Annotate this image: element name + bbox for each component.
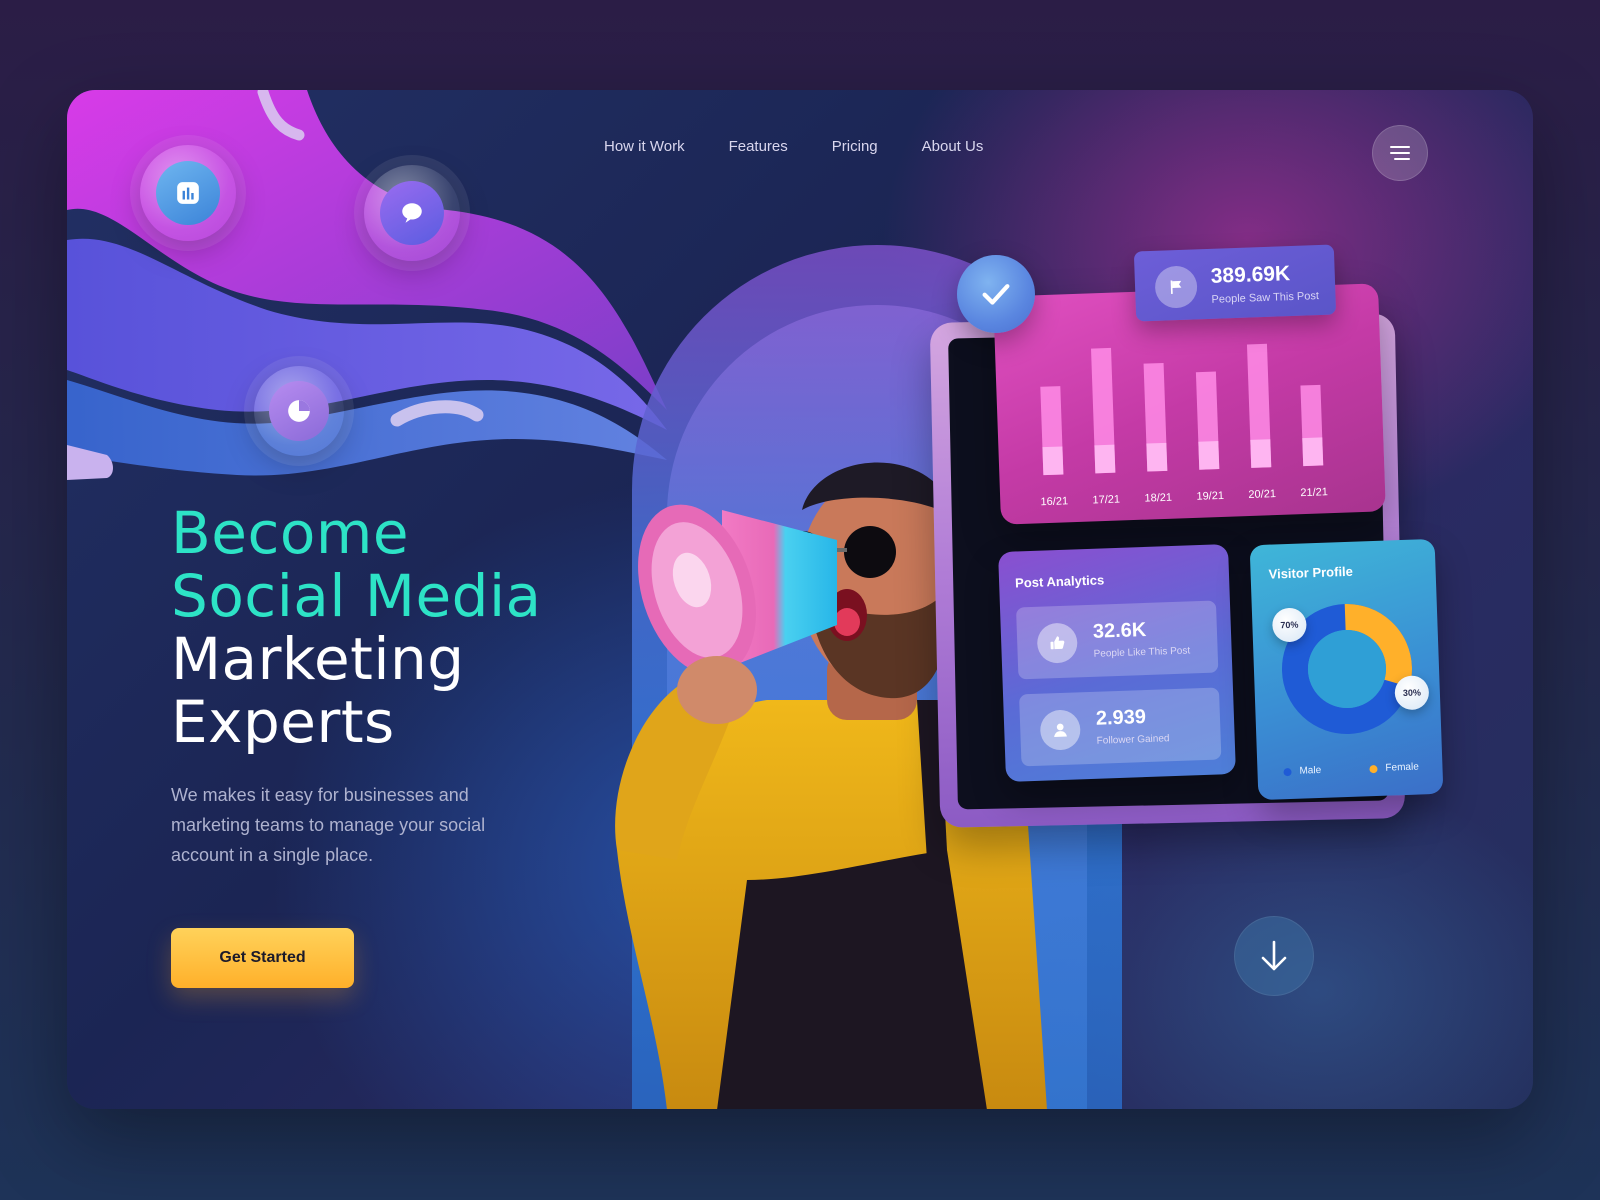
likes-value: 32.6K: [1092, 618, 1147, 643]
hero-card: How it Work Features Pricing About Us Be…: [67, 90, 1533, 1109]
bar-chart-icon: [177, 182, 199, 204]
x-tick-label: 20/21: [1248, 488, 1276, 501]
hero-headline: Become Social Media Marketing Experts: [171, 502, 542, 754]
like-icon-wrap: [1036, 622, 1078, 664]
bar-chart-float: [140, 145, 236, 241]
headline-line-2: Social Media: [171, 562, 542, 630]
main-nav: How it Work Features Pricing About Us: [604, 138, 983, 155]
user-icon-wrap: [1039, 709, 1081, 751]
flag-icon: [1170, 280, 1182, 294]
followers-value: 2.939: [1095, 706, 1147, 730]
headline-line-3: Marketing: [171, 625, 465, 693]
visitor-profile-card: Visitor Profile 70% 30% Male Female: [1249, 538, 1444, 801]
scroll-down-button[interactable]: [1234, 916, 1314, 996]
bar-base-21/21: [1302, 437, 1324, 467]
arrow-down-icon: [1261, 940, 1287, 971]
headline-line-1: Become: [171, 499, 410, 567]
flag-icon-wrap: [1154, 265, 1198, 309]
nav-features[interactable]: Features: [729, 138, 788, 155]
likes-label: People Like This Post: [1093, 645, 1191, 660]
user-icon: [1054, 723, 1067, 737]
visitor-profile-title: Visitor Profile: [1268, 563, 1354, 582]
x-tick-label: 21/21: [1300, 486, 1328, 499]
post-analytics-card: Post Analytics 32.6K People Like This Po…: [998, 544, 1236, 782]
thumbs-up-icon: [1050, 636, 1065, 650]
reach-value: 389.69K: [1210, 262, 1291, 288]
menu-button[interactable]: [1372, 125, 1428, 181]
likes-metric: 32.6K People Like This Post: [1016, 600, 1219, 680]
reach-label: People Saw This Post: [1211, 290, 1320, 306]
bar-chart: 16/21 17/21 18/21 19/21 20/21 21/21: [1040, 343, 1328, 508]
pie-chart-float: [254, 366, 344, 456]
followers-metric: 2.939 Follower Gained: [1019, 687, 1222, 767]
legend-male-label: Male: [1299, 764, 1322, 777]
legend-female: Female: [1369, 762, 1419, 775]
x-tick-label: 17/21: [1092, 493, 1120, 506]
bar-base-20/21: [1250, 439, 1272, 468]
chat-float: [364, 165, 460, 261]
x-tick-label: 18/21: [1144, 492, 1172, 505]
bar-base-18/21: [1146, 442, 1168, 472]
hero-description: We makes it easy for businesses and mark…: [171, 785, 486, 865]
bar-base-16/21: [1042, 446, 1064, 476]
nav-pricing[interactable]: Pricing: [832, 138, 878, 155]
nav-how-it-work[interactable]: How it Work: [604, 138, 685, 155]
followers-label: Follower Gained: [1096, 733, 1170, 747]
pie-chart-icon: [288, 400, 310, 422]
bar-base-19/21: [1198, 441, 1220, 470]
female-dot: [1369, 764, 1378, 773]
check-badge: [957, 255, 1035, 333]
x-tick-label: 19/21: [1196, 490, 1224, 503]
male-dot: [1283, 767, 1292, 776]
bar-base-17/21: [1094, 444, 1116, 474]
reach-stat-card: 389.69K People Saw This Post: [1133, 244, 1337, 322]
female-percent-badge: 30%: [1394, 675, 1430, 711]
post-analytics-title: Post Analytics: [1014, 572, 1105, 591]
get-started-button[interactable]: Get Started: [171, 928, 354, 988]
headline-line-4: Experts: [171, 688, 395, 756]
chat-bubble-icon: [402, 203, 422, 223]
legend-female-label: Female: [1385, 761, 1419, 774]
hamburger-icon: [1390, 146, 1410, 160]
x-tick-label: 16/21: [1040, 495, 1068, 508]
check-icon: [982, 284, 1010, 305]
legend-male: Male: [1283, 765, 1321, 777]
nav-about-us[interactable]: About Us: [922, 138, 984, 155]
